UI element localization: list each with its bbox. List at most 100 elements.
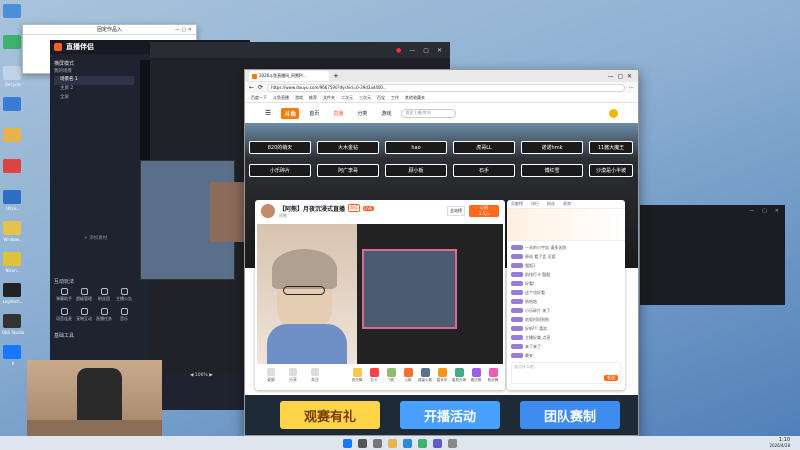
tool-button[interactable]: 语音连麦 [54, 308, 74, 322]
bookmark-item[interactable]: 斗鱼直播 [273, 95, 289, 101]
maximize-icon[interactable]: ▢ [762, 208, 767, 217]
desktop-icon[interactable] [3, 314, 21, 328]
new-tab-button[interactable]: + [333, 72, 339, 80]
tool-button[interactable]: 音乐 [114, 308, 134, 322]
video-player[interactable] [257, 224, 503, 364]
chat-tab[interactable]: 粉丝 [547, 201, 555, 207]
nav-item[interactable]: 游戏 [381, 110, 391, 117]
search-input[interactable]: 搜索主播/房间 [401, 108, 457, 118]
close-icon[interactable]: ✕ [775, 208, 779, 217]
streamer-tag[interactable]: 11酱大魔王 [589, 141, 633, 154]
action-button[interactable]: 关注 [305, 368, 325, 383]
tool-button[interactable]: 直播任务 [94, 308, 114, 322]
browser-window[interactable]: 2026斗鱼直播间_阿熊Pr... + — ▢ ✕ ← ⟳ https://ww… [244, 69, 639, 436]
streamer-tag[interactable]: 820的萌天 [249, 141, 311, 154]
window-controls[interactable]: — ▢ ✕ [175, 27, 192, 33]
tool-button[interactable]: 粉丝团 [94, 288, 114, 302]
scene-item[interactable]: 场景名 1 [54, 76, 134, 85]
streamer-tag[interactable]: 诺诺hmk [521, 141, 583, 154]
nav-item[interactable]: 首页 [309, 110, 319, 117]
bookmark-item[interactable]: 工作 [391, 95, 399, 101]
streamer-tag[interactable]: 大木金钻 [317, 141, 379, 154]
desktop-icon[interactable] [3, 252, 21, 266]
user-avatar[interactable] [609, 108, 618, 118]
desktop-icon[interactable] [3, 35, 21, 49]
bookmark-item[interactable]: 游戏 [295, 95, 303, 101]
desktop-icon[interactable] [3, 159, 21, 173]
nav-item[interactable]: 分类 [357, 110, 367, 117]
chat-tab[interactable]: 排行 [531, 201, 539, 207]
tool-button[interactable]: 弹幕助手 [54, 288, 74, 302]
bookmark-item[interactable]: 其他收藏夹 [405, 95, 425, 101]
minimize-icon[interactable]: — [749, 208, 754, 217]
douyu-logo[interactable]: 斗鱼 [281, 107, 300, 119]
close-icon[interactable]: ✕ [437, 47, 442, 54]
tool-button[interactable]: 主播公告 [114, 288, 134, 302]
browser-icon[interactable] [403, 438, 412, 448]
record-icon[interactable]: ● [396, 47, 401, 54]
extensions-icon[interactable]: ⋯ [629, 85, 634, 91]
bookmark-item[interactable]: 推荐 [309, 95, 317, 101]
desktop-icon[interactable] [3, 345, 21, 359]
tool-button[interactable]: 超级管理 [74, 288, 94, 302]
bookmark-item[interactable]: 百度一下 [251, 95, 267, 101]
chat-icon[interactable] [418, 438, 427, 448]
bookmark-item[interactable]: 文件夹 [323, 95, 335, 101]
settings-icon[interactable] [448, 438, 457, 448]
rank-label[interactable]: 全站榜 [447, 206, 465, 216]
store-icon[interactable] [433, 438, 442, 448]
desktop-icon[interactable] [3, 4, 21, 18]
desktop-icon[interactable] [3, 190, 21, 204]
maximize-icon[interactable]: ▢ [423, 47, 429, 54]
streamer-avatar[interactable] [261, 204, 275, 218]
refresh-icon[interactable]: ⟳ [258, 84, 263, 91]
clock-date[interactable]: 2026/4/28 [769, 443, 790, 449]
gift-item[interactable]: 嘉年华 [434, 368, 450, 383]
nav-item[interactable]: 直播 [333, 110, 343, 117]
streamer-tag[interactable]: 沙漠是小半坡 [589, 164, 633, 177]
chat-input[interactable]: 说点什么吧... 发送 [511, 362, 621, 384]
action-button[interactable]: 录屏 [261, 368, 281, 383]
menu-icon[interactable]: ☰ [265, 109, 271, 117]
scene-item[interactable]: 主屏 2 [54, 85, 134, 94]
gift-item[interactable]: 魔法棒 [468, 368, 484, 383]
streamer-tag[interactable]: 傅红雪 [521, 164, 583, 177]
gift-item[interactable]: 超级火箭 [417, 368, 433, 383]
desktop-icon[interactable] [3, 97, 21, 111]
streamer-tag[interactable]: 虎哥LL [453, 141, 515, 154]
address-bar[interactable]: https://www.douyu.com/9667590?dyshid=0-3… [267, 83, 625, 92]
bookmark-item[interactable]: 百宝 [377, 95, 385, 101]
streamer-tag[interactable]: hao [385, 141, 447, 154]
gift-item[interactable]: 火箭 [400, 368, 416, 383]
desktop-icon[interactable] [3, 221, 21, 235]
taskview-icon[interactable] [373, 438, 382, 448]
tool-button[interactable]: 宠物互动 [74, 308, 94, 322]
streamer-tag[interactable]: 石手 [453, 164, 515, 177]
desktop-icon[interactable] [3, 283, 21, 297]
streamer-tag[interactable]: 小乐碎片 [249, 164, 311, 177]
gift-item[interactable]: 粉丝牌 [485, 368, 501, 383]
files-icon[interactable] [388, 438, 397, 448]
follow-button[interactable]: 订阅 1.5万 [469, 205, 499, 217]
promo-button[interactable]: 观赛有礼 [280, 401, 380, 429]
gift-item[interactable]: 飞机 [383, 368, 399, 383]
gift-item[interactable]: 荧光棒 [349, 368, 365, 383]
gift-item[interactable]: 办卡 [366, 368, 382, 383]
send-button[interactable]: 发送 [604, 375, 618, 381]
streamer-tag[interactable]: 阿广李哥 [317, 164, 379, 177]
add-source-button[interactable]: + 添加素材 [84, 235, 107, 241]
desktop-icon[interactable] [3, 66, 21, 80]
gift-item[interactable]: 星辰大海 [451, 368, 467, 383]
mode-selector[interactable]: 横屏模式 [54, 60, 134, 68]
browser-tab[interactable]: 2026斗鱼直播间_阿熊Pr... [249, 71, 329, 81]
promo-button[interactable]: 开播活动 [400, 401, 500, 429]
start-icon[interactable] [343, 438, 352, 448]
back-icon[interactable]: ← [249, 84, 254, 91]
streamer-tag[interactable]: 顾小板 [385, 164, 447, 177]
chat-tab[interactable]: 贡献榜 [511, 201, 523, 207]
promo-button[interactable]: 团队赛制 [520, 401, 620, 429]
chat-tab[interactable]: 贵宾 [563, 201, 571, 207]
desktop-icon[interactable] [3, 128, 21, 142]
search-icon[interactable] [358, 438, 367, 448]
minimize-icon[interactable]: — [409, 47, 415, 54]
